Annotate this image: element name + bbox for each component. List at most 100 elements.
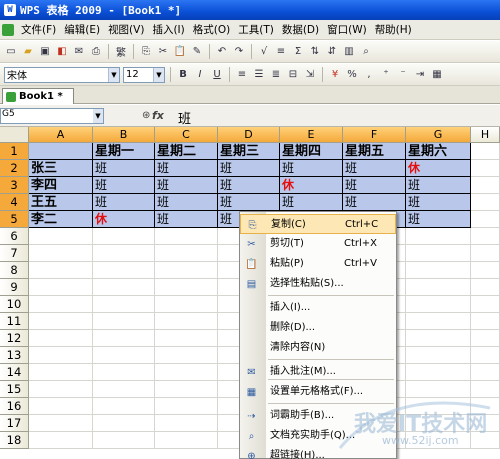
cell-H18[interactable] xyxy=(471,432,500,449)
increase-decimal-icon[interactable]: ⁺ xyxy=(379,68,393,82)
cell-C7[interactable] xyxy=(155,245,218,262)
cell-A5[interactable]: 李二 xyxy=(29,211,93,228)
cell-G15[interactable] xyxy=(406,381,471,398)
cell-D3[interactable]: 班 xyxy=(218,177,280,194)
context-menu-item-0[interactable]: ⎘ 复制(C) Ctrl+C xyxy=(240,214,396,234)
export-icon[interactable]: ◧ xyxy=(55,45,69,59)
bold-button[interactable]: B xyxy=(176,68,190,82)
cell-A1[interactable] xyxy=(29,143,93,160)
cell-G6[interactable] xyxy=(406,228,471,245)
format-painter-icon[interactable]: ✎ xyxy=(190,45,204,59)
cell-G8[interactable] xyxy=(406,262,471,279)
row-header-1[interactable]: 1 xyxy=(0,143,29,160)
row-header-5[interactable]: 5 xyxy=(0,211,29,228)
cell-H2[interactable] xyxy=(471,160,500,177)
cell-A8[interactable] xyxy=(29,262,93,279)
align-right-icon[interactable]: ≣ xyxy=(269,68,283,82)
row-header-3[interactable]: 3 xyxy=(0,177,29,194)
cell-A17[interactable] xyxy=(29,415,93,432)
column-header-H[interactable]: H xyxy=(471,127,500,143)
column-header-B[interactable]: B xyxy=(93,127,155,143)
borders-icon[interactable]: ▦ xyxy=(430,68,444,82)
row-header-2[interactable]: 2 xyxy=(0,160,29,177)
cell-H7[interactable] xyxy=(471,245,500,262)
menu-format[interactable]: 格式(O) xyxy=(189,22,234,37)
cell-F2[interactable]: 班 xyxy=(343,160,406,177)
context-menu-item-1[interactable]: ✂ 剪切(T) Ctrl+X xyxy=(240,234,396,254)
menu-file[interactable]: 文件(F) xyxy=(17,22,60,37)
cell-A14[interactable] xyxy=(29,364,93,381)
chart-icon[interactable]: ▥ xyxy=(342,45,356,59)
comma-icon[interactable]: , xyxy=(362,68,376,82)
cell-B4[interactable]: 班 xyxy=(93,194,155,211)
currency-icon[interactable]: ¥ xyxy=(328,68,342,82)
calculator-icon[interactable]: ≡ xyxy=(274,45,288,59)
cell-C3[interactable]: 班 xyxy=(155,177,218,194)
cell-E4[interactable]: 班 xyxy=(280,194,343,211)
cell-A6[interactable] xyxy=(29,228,93,245)
column-header-F[interactable]: F xyxy=(343,127,406,143)
row-header-16[interactable]: 16 xyxy=(0,398,29,415)
cell-G7[interactable] xyxy=(406,245,471,262)
cell-G2[interactable]: 休 xyxy=(406,160,471,177)
cell-G13[interactable] xyxy=(406,347,471,364)
cell-B1[interactable]: 星期一 xyxy=(93,143,155,160)
cell-F1[interactable]: 星期五 xyxy=(343,143,406,160)
cell-G10[interactable] xyxy=(406,296,471,313)
undo-icon[interactable]: ↶ xyxy=(215,45,229,59)
cell-A15[interactable] xyxy=(29,381,93,398)
cell-A4[interactable]: 王五 xyxy=(29,194,93,211)
cell-G4[interactable]: 班 xyxy=(406,194,471,211)
row-header-10[interactable]: 10 xyxy=(0,296,29,313)
cell-E2[interactable]: 班 xyxy=(280,160,343,177)
cell-E1[interactable]: 星期四 xyxy=(280,143,343,160)
context-menu-item-3[interactable]: ▤ 选择性粘贴(S)... xyxy=(240,274,396,294)
cell-G5[interactable]: 班 xyxy=(406,211,471,228)
formula-input[interactable]: 班 xyxy=(178,108,191,127)
cell-C13[interactable] xyxy=(155,347,218,364)
cell-B2[interactable]: 班 xyxy=(93,160,155,177)
row-header-17[interactable]: 17 xyxy=(0,415,29,432)
cell-H1[interactable] xyxy=(471,143,500,160)
cell-C14[interactable] xyxy=(155,364,218,381)
row-header-12[interactable]: 12 xyxy=(0,330,29,347)
row-header-6[interactable]: 6 xyxy=(0,228,29,245)
cell-C1[interactable]: 星期二 xyxy=(155,143,218,160)
menu-view[interactable]: 视图(V) xyxy=(104,22,148,37)
cell-C12[interactable] xyxy=(155,330,218,347)
cell-F4[interactable]: 班 xyxy=(343,194,406,211)
cell-B16[interactable] xyxy=(93,398,155,415)
cell-D2[interactable]: 班 xyxy=(218,160,280,177)
copy-toolbar-icon[interactable]: ⎘ xyxy=(139,45,153,59)
print-icon[interactable]: ⎙ xyxy=(89,45,103,59)
cell-H16[interactable] xyxy=(471,398,500,415)
row-header-9[interactable]: 9 xyxy=(0,279,29,296)
cut-icon[interactable]: ✂ xyxy=(156,45,170,59)
cell-G17[interactable] xyxy=(406,415,471,432)
cell-G1[interactable]: 星期六 xyxy=(406,143,471,160)
cell-B15[interactable] xyxy=(93,381,155,398)
cell-B7[interactable] xyxy=(93,245,155,262)
cell-G18[interactable] xyxy=(406,432,471,449)
new-icon[interactable]: ▭ xyxy=(4,45,18,59)
select-all-corner[interactable] xyxy=(0,127,29,143)
cell-C6[interactable] xyxy=(155,228,218,245)
cell-D1[interactable]: 星期三 xyxy=(218,143,280,160)
cell-E3[interactable]: 休 xyxy=(280,177,343,194)
cell-H5[interactable] xyxy=(471,211,500,228)
name-box[interactable]: G5 ▼ xyxy=(0,108,104,124)
context-menu-item-2[interactable]: 📋 粘贴(P) Ctrl+V xyxy=(240,254,396,274)
chinese-conv-icon[interactable]: 繁 xyxy=(114,45,128,59)
indent-icon[interactable]: ⇥ xyxy=(413,68,427,82)
cell-B5[interactable]: 休 xyxy=(93,211,155,228)
cell-C17[interactable] xyxy=(155,415,218,432)
cell-C11[interactable] xyxy=(155,313,218,330)
cell-H11[interactable] xyxy=(471,313,500,330)
cell-H12[interactable] xyxy=(471,330,500,347)
context-menu-item-6[interactable]: 清除内容(N) xyxy=(240,338,396,358)
cell-A2[interactable]: 张三 xyxy=(29,160,93,177)
cell-H9[interactable] xyxy=(471,279,500,296)
cell-A18[interactable] xyxy=(29,432,93,449)
cell-B12[interactable] xyxy=(93,330,155,347)
menu-window[interactable]: 窗口(W) xyxy=(323,22,371,37)
